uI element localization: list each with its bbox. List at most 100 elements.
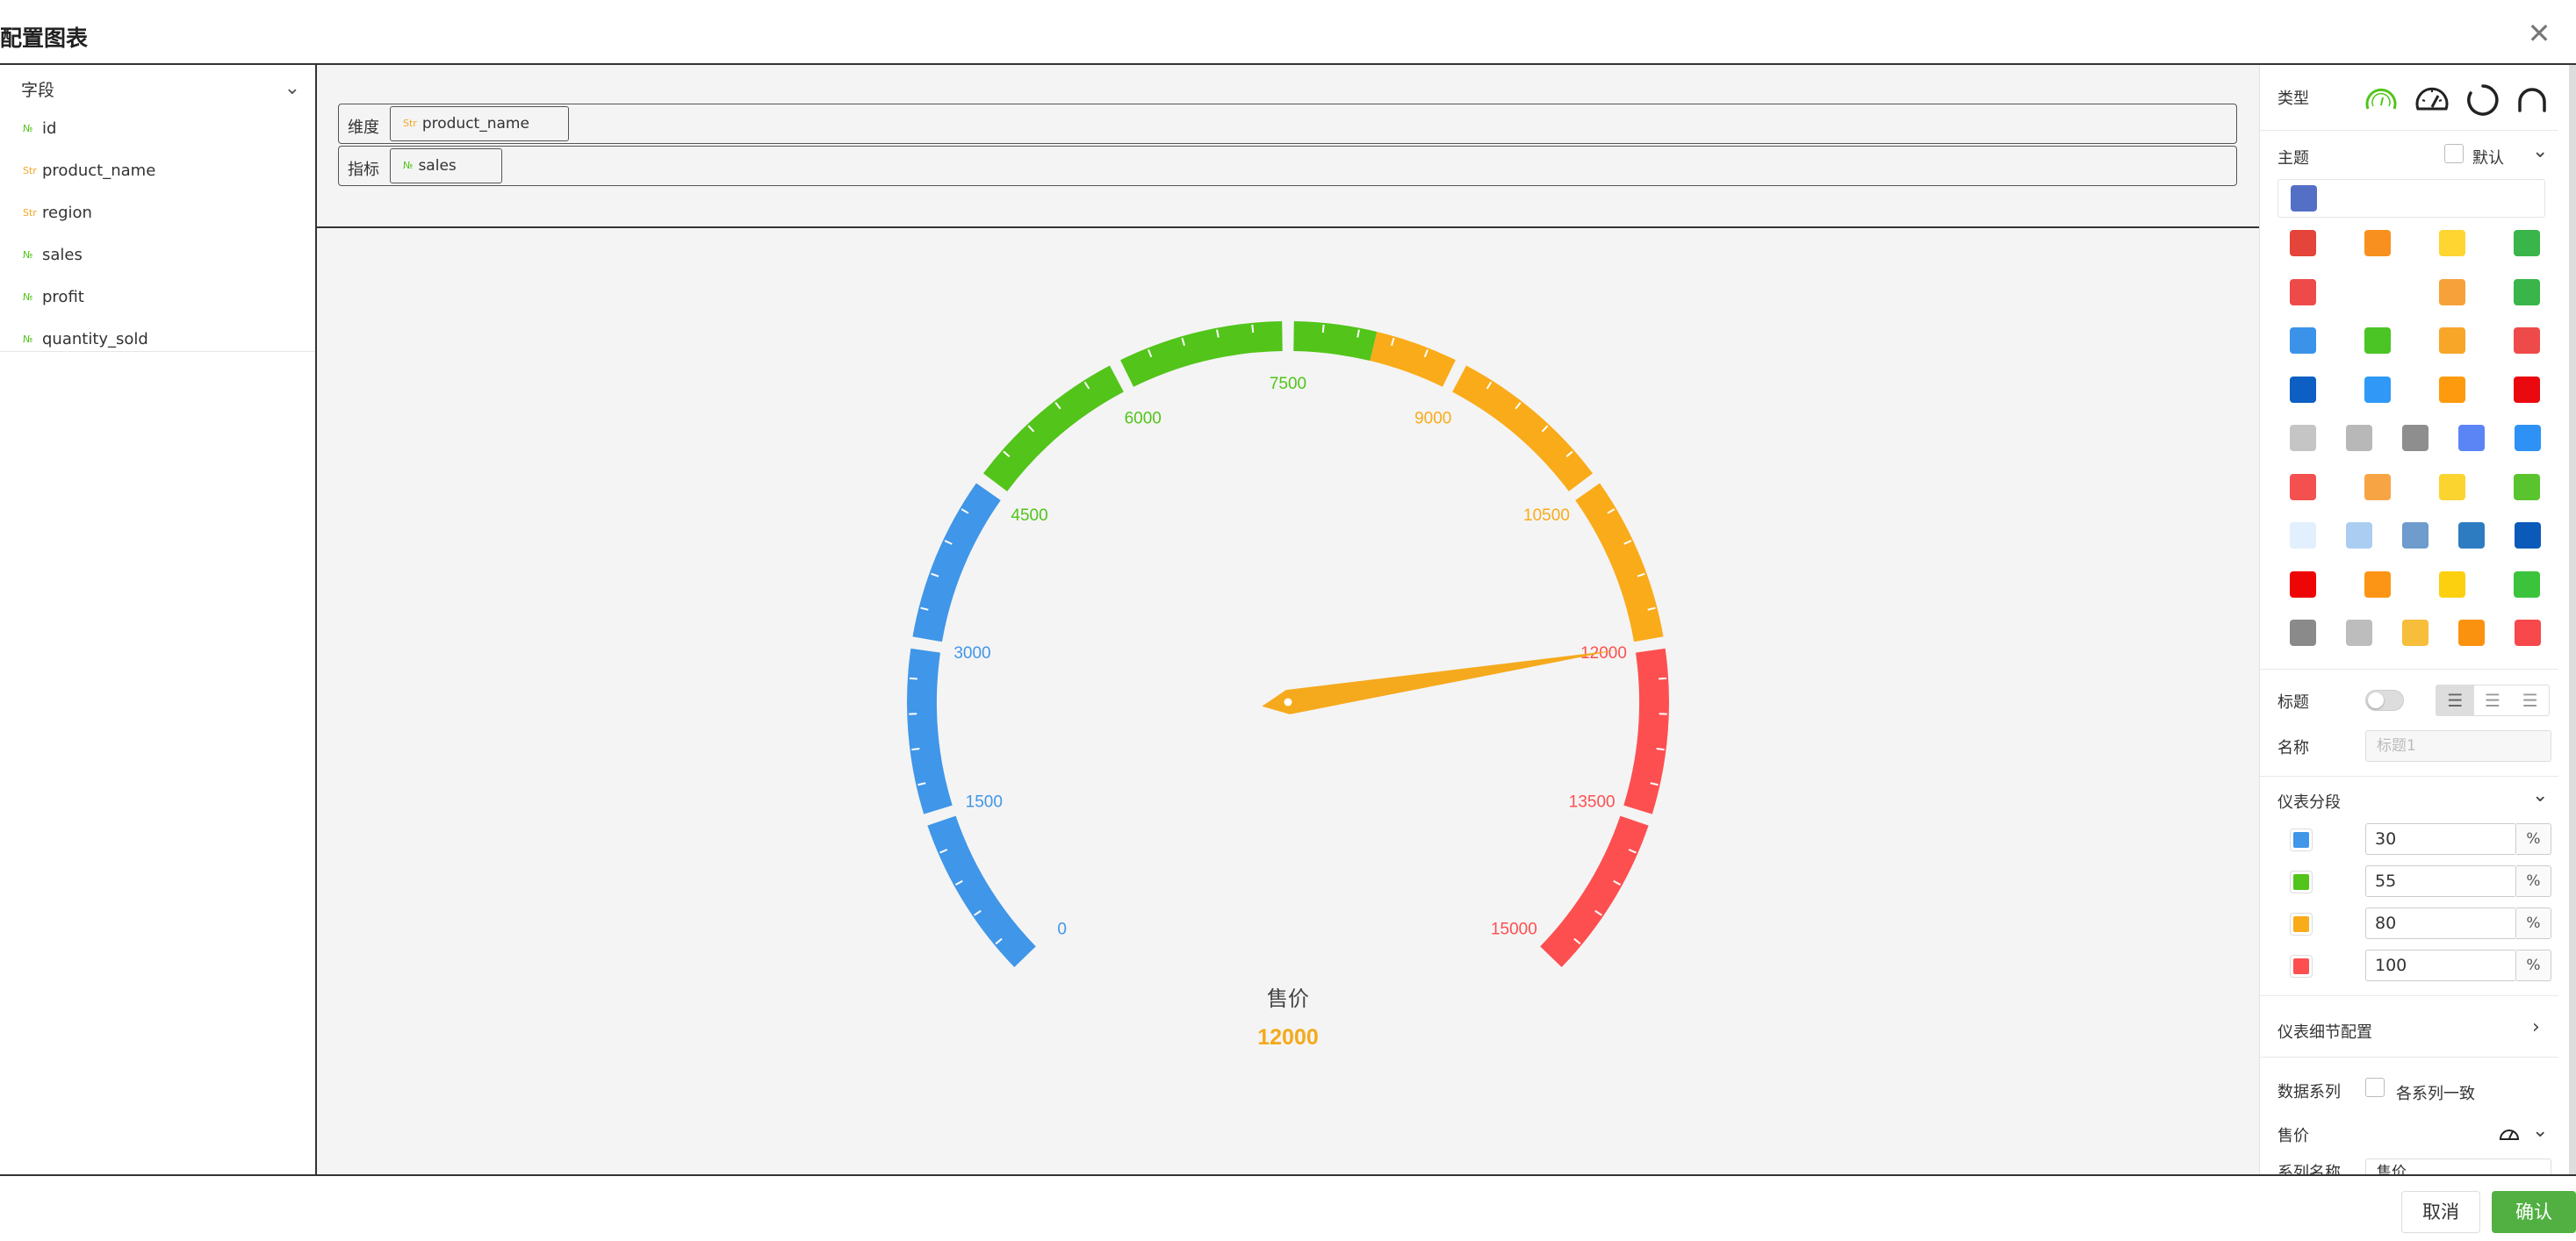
gauge-simple-icon[interactable]	[2364, 82, 2399, 118]
speedometer-icon[interactable]	[2414, 82, 2450, 118]
gauge-detail-label[interactable]: 仪表细节配置	[2277, 1020, 2372, 1043]
gauge-tick-label: 4500	[1011, 506, 1047, 525]
theme-label: 主题	[2277, 149, 2309, 168]
chart-canvas: 0 1500 3000 4500 6000 7500 9000 10500 12000 13500…	[317, 228, 2259, 1174]
theme-swatch	[2458, 425, 2485, 451]
series-name-label: 系列名称	[2277, 1164, 2341, 1174]
segment-color-swatch	[2293, 916, 2309, 932]
chevron-down-icon[interactable]: ⌄	[284, 77, 300, 99]
segment-percent-input[interactable]: 55	[2365, 865, 2516, 897]
field-item-sales[interactable]: № sales	[23, 246, 83, 272]
percent-unit: %	[2516, 865, 2551, 897]
segment-color-swatch	[2293, 832, 2309, 848]
theme-swatch	[2290, 522, 2316, 549]
divider	[2260, 1057, 2558, 1058]
type-label: 类型	[2277, 90, 2309, 108]
gauge-segment-row: 100%	[2277, 950, 2551, 981]
align-right-icon[interactable]: ☰	[2511, 685, 2549, 715]
close-icon[interactable]: ✕	[2523, 18, 2555, 49]
segment-color-picker[interactable]	[2290, 955, 2313, 978]
theme-swatch	[2439, 570, 2465, 598]
string-type-icon: Str	[23, 165, 37, 176]
theme-option[interactable]	[2277, 317, 2545, 355]
segment-color-picker[interactable]	[2290, 913, 2313, 936]
chevron-down-icon[interactable]: ⌄	[2532, 1120, 2548, 1142]
theme-swatch	[2290, 570, 2316, 598]
field-item-quantity-sold[interactable]: № quantity_sold	[23, 330, 148, 356]
field-item-profit[interactable]: № profit	[23, 288, 84, 314]
gauge-arc-band	[1293, 321, 1378, 362]
gauge-arc-band	[907, 648, 953, 814]
theme-swatch	[2514, 230, 2540, 256]
title-toggle[interactable]	[2365, 690, 2404, 711]
theme-option[interactable]	[2277, 219, 2545, 258]
theme-option[interactable]	[2277, 269, 2545, 307]
field-item-id[interactable]: № id	[23, 119, 56, 146]
divider	[2260, 776, 2558, 777]
gauge-tick-label: 6000	[1125, 410, 1162, 428]
theme-default-checkbox[interactable]	[2444, 144, 2464, 163]
segment-color-picker[interactable]	[2290, 829, 2313, 851]
field-section-header[interactable]: 字段 ⌄	[21, 77, 300, 105]
theme-option[interactable]	[2277, 609, 2545, 648]
theme-option[interactable]	[2277, 366, 2545, 405]
field-item-product-name[interactable]: Str product_name	[23, 161, 155, 188]
theme-option[interactable]	[2277, 414, 2545, 453]
theme-swatch	[2458, 522, 2485, 549]
arc-icon[interactable]	[2515, 82, 2550, 118]
chevron-down-icon[interactable]: ⌄	[2532, 140, 2548, 162]
divider	[2260, 669, 2558, 670]
string-type-icon: Str	[23, 207, 37, 219]
dimension-slot[interactable]: 维度 Str product_name	[338, 104, 2237, 144]
field-item-region[interactable]: Str region	[23, 204, 92, 230]
align-left-icon[interactable]: ☰	[2436, 685, 2474, 715]
theme-swatch	[2290, 620, 2316, 646]
align-center-icon[interactable]: ☰	[2474, 685, 2512, 715]
ring-progress-icon[interactable]	[2465, 82, 2500, 118]
theme-selected[interactable]	[2277, 179, 2545, 218]
encoding-area: 维度 Str product_name 指标 № sales	[317, 65, 2259, 228]
panel-scrollbar[interactable]	[2569, 65, 2576, 1174]
theme-swatch	[2439, 278, 2465, 305]
theme-swatch	[2514, 278, 2540, 305]
gauge-tick-label: 9000	[1414, 410, 1451, 428]
theme-swatch	[2346, 425, 2372, 451]
gauge-segment-row: 80%	[2277, 907, 2551, 939]
theme-swatch	[2515, 620, 2541, 646]
gauge-series-name: 售价	[1267, 987, 1309, 1011]
theme-swatch	[2346, 522, 2372, 549]
series-consistent-checkbox[interactable]	[2365, 1078, 2385, 1097]
theme-swatch	[2346, 620, 2372, 646]
theme-swatch	[2364, 570, 2391, 598]
theme-default-label: 默认	[2472, 149, 2504, 168]
segment-color-picker[interactable]	[2290, 871, 2313, 893]
segment-percent-input[interactable]: 30	[2365, 823, 2516, 855]
speedometer-icon[interactable]	[2499, 1123, 2520, 1144]
chevron-right-icon[interactable]: ›	[2532, 1016, 2540, 1038]
metric-slot[interactable]: 指标 № sales	[338, 146, 2237, 186]
settings-panel: 类型 主题 默认 ⌄ 标题 ☰ ☰ ☰ 名称 标题1 仪表分段 ⌄ 30 % 5…	[2259, 65, 2576, 1174]
dimension-chip[interactable]: Str product_name	[390, 106, 569, 141]
gauge-arc-band	[1370, 331, 1456, 387]
theme-swatch	[2514, 327, 2540, 354]
theme-option[interactable]	[2277, 512, 2545, 550]
gauge-segment-row: 30%	[2277, 823, 2551, 855]
theme-swatch	[2290, 473, 2316, 500]
number-type-icon: №	[23, 291, 33, 303]
series-name-input[interactable]: 售价	[2365, 1159, 2551, 1174]
metric-chip[interactable]: № sales	[390, 148, 502, 183]
gauge-tick-label: 1500	[966, 793, 1003, 811]
theme-swatch	[2439, 230, 2465, 256]
theme-swatch	[2290, 230, 2316, 256]
theme-option[interactable]	[2277, 561, 2545, 599]
segment-percent-input[interactable]: 100	[2365, 950, 2516, 981]
gauge-tick-label: 3000	[953, 644, 990, 663]
confirm-button[interactable]: 确认	[2492, 1191, 2576, 1233]
theme-swatch	[2514, 376, 2540, 403]
chevron-down-icon[interactable]: ⌄	[2532, 785, 2548, 807]
percent-unit: %	[2516, 823, 2551, 855]
segment-percent-input[interactable]: 80	[2365, 907, 2516, 939]
theme-option[interactable]	[2277, 463, 2545, 502]
title-name-input[interactable]: 标题1	[2365, 730, 2551, 762]
cancel-button[interactable]: 取消	[2401, 1191, 2480, 1233]
